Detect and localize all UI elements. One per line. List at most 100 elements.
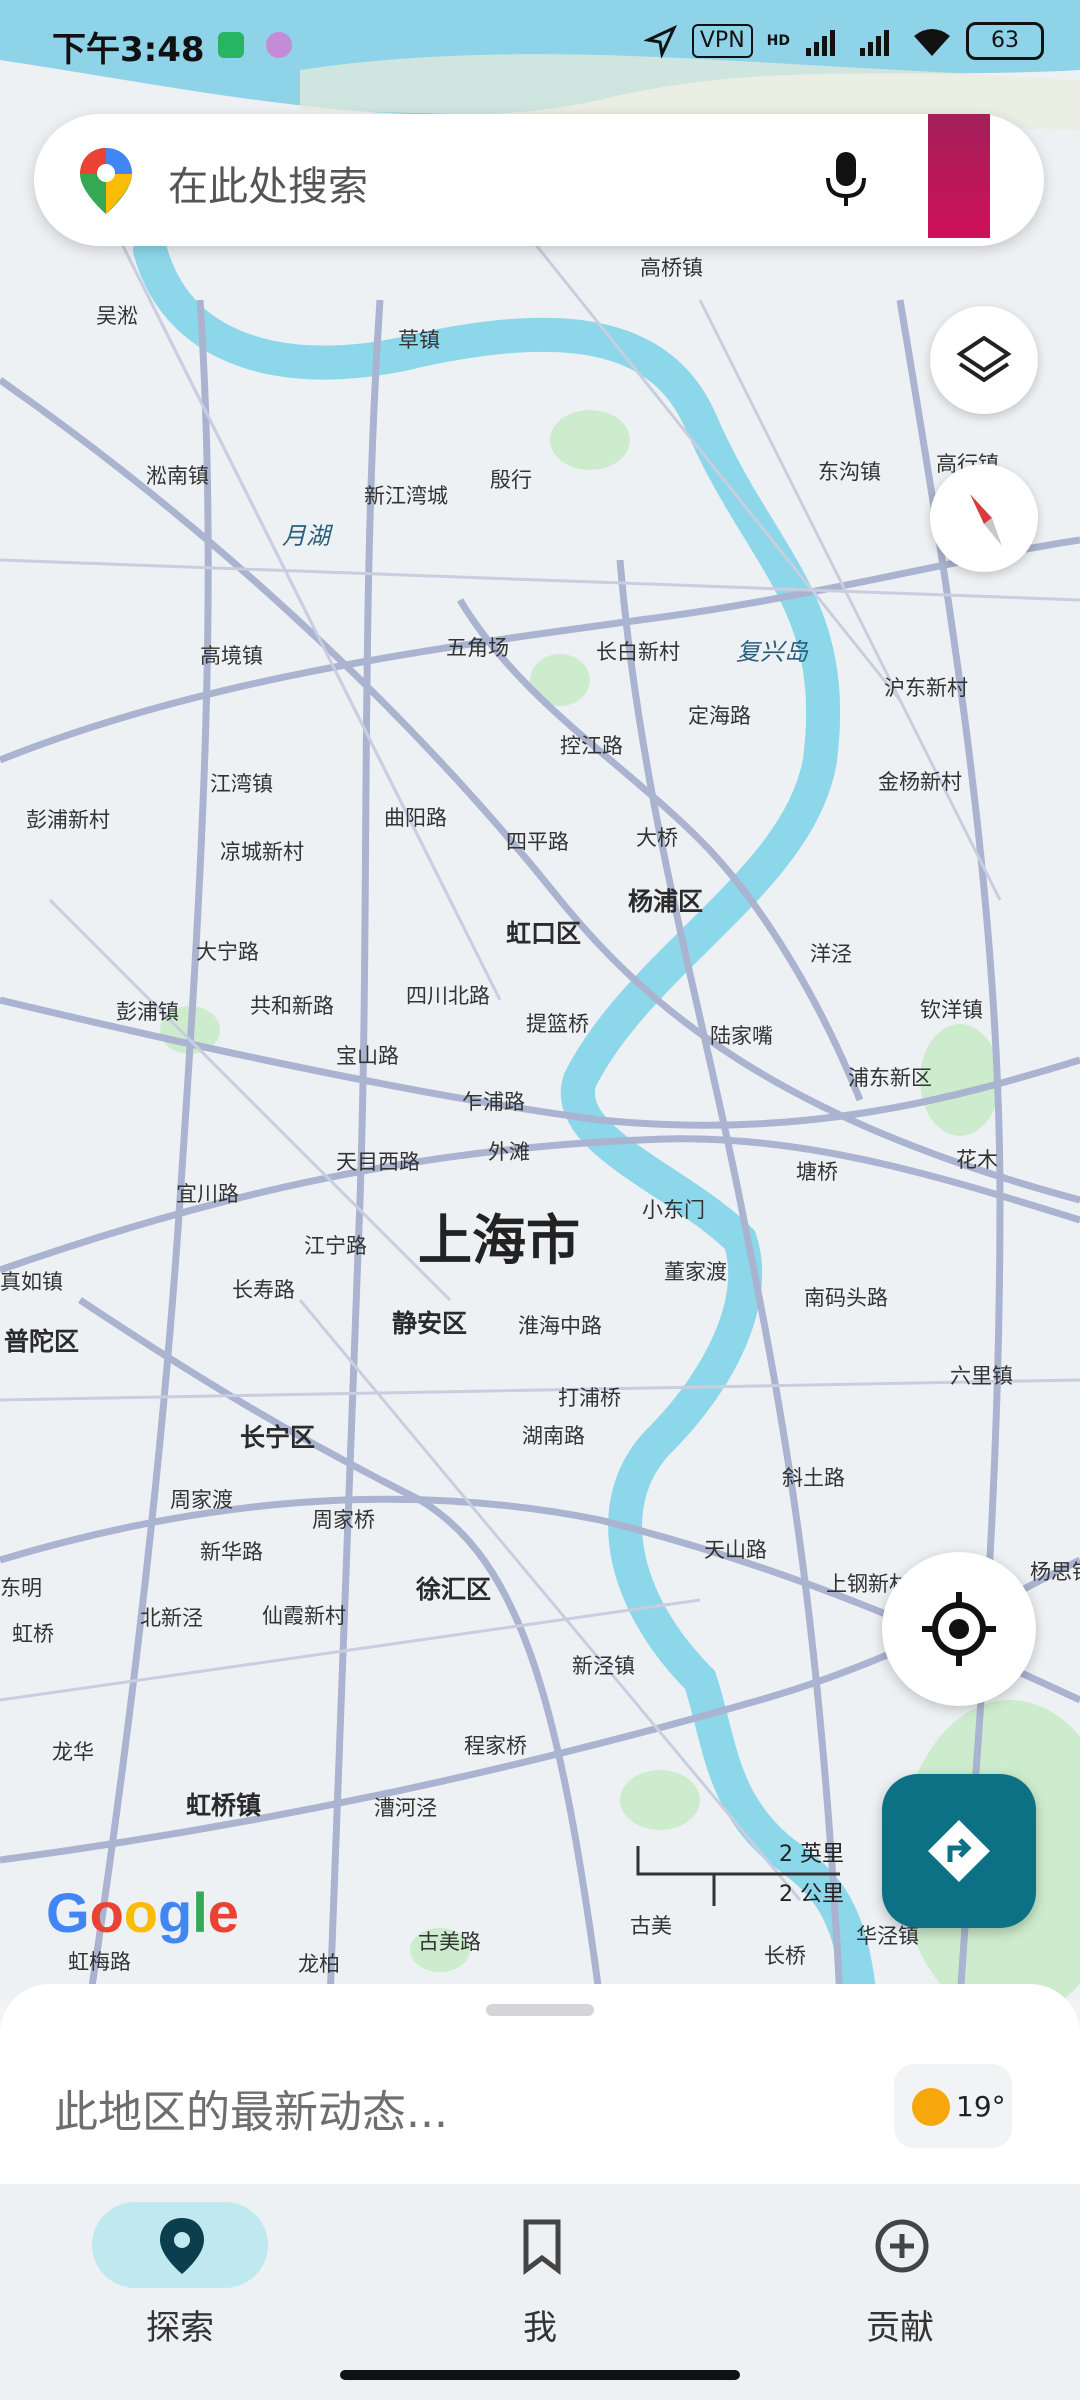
map-label[interactable]: 大桥 (636, 822, 678, 852)
district-label[interactable]: 普陀区 (4, 1322, 79, 1358)
district-label[interactable]: 杨浦区 (628, 882, 703, 918)
battery-icon: 63 (966, 22, 1044, 60)
map-label[interactable]: 钦洋镇 (920, 994, 983, 1024)
map-label[interactable]: 定海路 (688, 700, 751, 730)
map-label[interactable]: 彭浦镇 (116, 996, 179, 1026)
map-label[interactable]: 四平路 (506, 826, 569, 856)
map-label[interactable]: 宜川路 (176, 1178, 239, 1208)
map-label[interactable]: 月湖 (282, 516, 330, 551)
map-label[interactable]: 虹桥 (12, 1618, 54, 1648)
map-label[interactable]: 江宁路 (304, 1230, 367, 1260)
layers-button[interactable] (930, 306, 1038, 414)
map-label[interactable]: 提篮桥 (526, 1008, 589, 1038)
map-label[interactable]: 新江湾城 (364, 480, 448, 510)
map-label[interactable]: 彭浦新村 (26, 804, 110, 834)
map-label[interactable]: 东明 (0, 1572, 42, 1602)
map-label[interactable]: 草镇 (398, 324, 440, 354)
map-scale: 2 英里 2 公里 (634, 1836, 844, 1907)
search-input[interactable]: 在此处搜索 (168, 154, 368, 212)
map-label[interactable]: 淮海中路 (518, 1310, 602, 1340)
map-label[interactable]: 古美 (630, 1910, 672, 1940)
map-label[interactable]: 金杨新村 (878, 766, 962, 796)
map-label[interactable]: 高桥镇 (640, 252, 703, 282)
map-label[interactable]: 洋泾 (810, 938, 852, 968)
map-label[interactable]: 乍浦路 (462, 1086, 525, 1116)
map-label[interactable]: 东沟镇 (818, 456, 881, 486)
map-label[interactable]: 殷行 (490, 464, 532, 494)
map-label[interactable]: 控江路 (560, 730, 623, 760)
map-label[interactable]: 吴淞 (96, 300, 138, 330)
vpn-badge: VPN (691, 24, 753, 58)
map-label[interactable]: 六里镇 (950, 1360, 1013, 1390)
map-label[interactable]: 龙柏 (298, 1948, 340, 1978)
my-location-button[interactable] (882, 1552, 1036, 1706)
map-label[interactable]: 新华路 (200, 1536, 263, 1566)
map-label[interactable]: 长寿路 (232, 1274, 295, 1304)
directions-button[interactable] (882, 1774, 1036, 1928)
district-label[interactable]: 虹桥镇 (186, 1786, 261, 1822)
map-label[interactable]: 新泾镇 (572, 1650, 635, 1680)
nav-label: 探索 (146, 2308, 214, 2348)
map-label[interactable]: 古美路 (418, 1926, 481, 1956)
map-label[interactable]: 南码头路 (804, 1282, 888, 1312)
map-label[interactable]: 仙霞新村 (262, 1600, 346, 1630)
map-label[interactable]: 天目西路 (336, 1146, 420, 1176)
map-label[interactable]: 董家渡 (664, 1256, 727, 1286)
map-label[interactable]: 龙华 (52, 1736, 94, 1766)
district-label[interactable]: 徐汇区 (416, 1570, 491, 1606)
map-label[interactable]: 斜土路 (782, 1462, 845, 1492)
sheet-drag-handle[interactable] (486, 2004, 594, 2016)
nav-contribute[interactable]: 贡献 (812, 2196, 1012, 2366)
map-label[interactable]: 周家渡 (170, 1484, 233, 1514)
map-label[interactable]: 小东门 (642, 1194, 705, 1224)
home-indicator[interactable] (340, 2370, 740, 2380)
map-label[interactable]: 宝山路 (336, 1040, 399, 1070)
map-label[interactable]: 打浦桥 (558, 1382, 621, 1412)
district-label[interactable]: 浦东新区 (848, 1062, 932, 1092)
explore-sheet[interactable]: 此地区的最新动态... 19° (0, 1984, 1080, 2184)
map-label[interactable]: 五角场 (446, 632, 509, 662)
search-bar[interactable]: 在此处搜索 (34, 114, 1044, 246)
district-label[interactable]: 静安区 (392, 1304, 467, 1340)
map-label[interactable]: 沪东新村 (884, 672, 968, 702)
map-label[interactable]: 周家桥 (312, 1504, 375, 1534)
microphone-icon[interactable] (818, 150, 874, 210)
map-label[interactable]: 陆家嘴 (710, 1020, 773, 1050)
compass-icon (970, 494, 1002, 546)
map-label[interactable]: 凉城新村 (220, 836, 304, 866)
map-label[interactable]: 高境镇 (200, 640, 263, 670)
city-label[interactable]: 上海市 (418, 1196, 580, 1275)
map-label[interactable]: 四川北路 (406, 980, 490, 1010)
weather-chip[interactable]: 19° (894, 2064, 1012, 2148)
map-label[interactable]: 长桥 (764, 1940, 806, 1970)
signal-2-icon (860, 30, 889, 56)
account-avatar[interactable] (928, 114, 990, 238)
map-label[interactable]: 虹梅路 (68, 1946, 131, 1976)
map-label[interactable]: 杨思镇 (1030, 1556, 1080, 1586)
compass-button[interactable] (930, 464, 1038, 572)
directions-icon (928, 1820, 990, 1882)
map-label[interactable]: 大宁路 (196, 936, 259, 966)
map-label[interactable]: 曲阳路 (384, 802, 447, 832)
nav-me[interactable]: 我 (452, 2196, 652, 2366)
map-label[interactable]: 真如镇 (0, 1266, 63, 1296)
map-label[interactable]: 花木 (956, 1144, 998, 1174)
map-label[interactable]: 淞南镇 (146, 460, 209, 490)
map-label[interactable]: 湖南路 (522, 1420, 585, 1450)
layers-icon (956, 335, 1012, 383)
district-label[interactable]: 长宁区 (240, 1418, 315, 1454)
map-label[interactable]: 漕河泾 (374, 1792, 437, 1822)
bottom-navigation: 探索 我 贡献 (0, 2184, 1080, 2400)
map-label[interactable]: 天山路 (704, 1534, 767, 1564)
district-label[interactable]: 虹口区 (506, 914, 581, 950)
nav-explore[interactable]: 探索 (92, 2196, 292, 2366)
map-label[interactable]: 程家桥 (464, 1730, 527, 1760)
map-label[interactable]: 长白新村 (596, 636, 680, 666)
map-label[interactable]: 塘桥 (796, 1156, 838, 1186)
map-label[interactable]: 复兴岛 (736, 632, 808, 667)
map-label[interactable]: 共和新路 (250, 990, 334, 1020)
map-label[interactable]: 外滩 (488, 1136, 530, 1166)
map-label[interactable]: 北新泾 (140, 1602, 203, 1632)
latest-updates-text[interactable]: 此地区的最新动态... (54, 2076, 448, 2140)
map-label[interactable]: 江湾镇 (210, 768, 273, 798)
